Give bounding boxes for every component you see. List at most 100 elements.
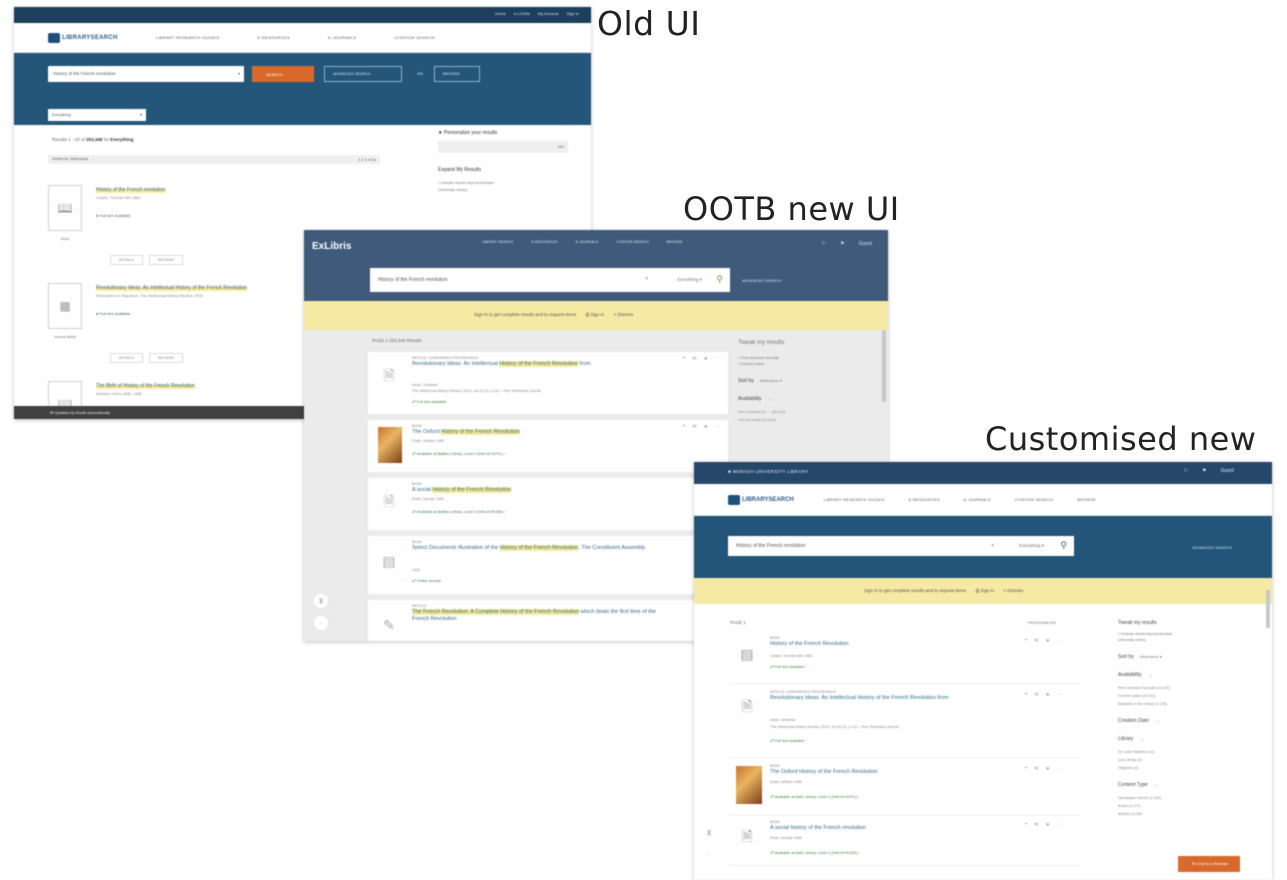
custom-facet-option[interactable]: Peer reviewed Journals (12,191) bbox=[1118, 686, 1258, 690]
custom-facet-option[interactable]: Sir Louis Matheson (1) bbox=[1118, 750, 1258, 754]
ootb-result-card[interactable]: ✎ ARTICLE The French Revolution: A Compl… bbox=[368, 600, 728, 641]
pin-icon[interactable]: ⚑ bbox=[840, 241, 844, 247]
custom-facet-option[interactable]: Hargrave (1) bbox=[1118, 766, 1258, 770]
ootb-nav-citation-search[interactable]: CITATION SEARCH bbox=[616, 240, 648, 244]
quote-icon[interactable]: ❝ bbox=[1025, 692, 1028, 698]
more-icon[interactable]: ⋯ bbox=[1057, 766, 1062, 772]
ootb-result-title[interactable]: Select Documents Illustrative of the His… bbox=[412, 545, 662, 552]
ootb-nav-e-resources[interactable]: E-RESOURCES bbox=[531, 240, 557, 244]
custom-scrollbar[interactable] bbox=[1266, 590, 1270, 628]
pin-icon[interactable]: ★ bbox=[1046, 692, 1050, 698]
email-icon[interactable]: ✉ bbox=[692, 424, 696, 430]
ootb-sort-select[interactable]: Sort by Relevance ▾ bbox=[738, 378, 878, 384]
old-pagination[interactable]: 1 2 3 4 5 ▸ bbox=[358, 157, 376, 162]
ootb-result-availability[interactable]: ☍ Full text available bbox=[412, 399, 446, 404]
old-result-title[interactable]: The Birth of History of the French Revol… bbox=[96, 383, 195, 389]
ootb-search-input[interactable]: History of the French revolution × Every… bbox=[370, 268, 730, 292]
custom-library-facet[interactable]: Library ⌄ bbox=[1118, 736, 1258, 742]
ootb-facet-checkbox[interactable]: □ Peer-reviewed Journals bbox=[738, 356, 878, 360]
pin-icon[interactable]: ★ bbox=[1046, 638, 1050, 644]
email-icon[interactable]: ✉ bbox=[1034, 638, 1038, 644]
old-result-title[interactable]: Revolutionary Ideas: An Intellectual His… bbox=[96, 285, 247, 291]
old-logo[interactable]: LIBRARYSEARCH bbox=[48, 32, 118, 43]
custom-facet-option[interactable]: Books (1,477) bbox=[1118, 804, 1258, 808]
custom-result-card[interactable]: 🗎 BOOK A social history of the French re… bbox=[730, 818, 1080, 866]
pin-icon[interactable]: ★ bbox=[704, 424, 708, 430]
custom-facet-option[interactable]: Available in the Library (1,125) bbox=[1118, 702, 1258, 706]
quote-icon[interactable]: ❝ bbox=[1025, 822, 1028, 828]
custom-university-name[interactable]: ■ MONASH UNIVERSITY LIBRARY bbox=[728, 469, 808, 474]
custom-facet-option[interactable]: Articles (1,034) bbox=[1118, 812, 1258, 816]
custom-content-type-facet[interactable]: Content Type ⌄ bbox=[1118, 782, 1258, 788]
old-search-input[interactable]: History of the French revolution ▾ bbox=[48, 66, 244, 82]
filter-icon[interactable]: ⊻ bbox=[314, 594, 328, 608]
quote-icon[interactable]: ❝ bbox=[683, 424, 686, 430]
quote-icon[interactable]: ❝ bbox=[683, 356, 686, 362]
pin-icon[interactable]: ⚑ bbox=[1202, 468, 1206, 474]
ootb-brand-logo[interactable]: ExLibris bbox=[312, 241, 351, 252]
flag-icon[interactable]: ⚐ bbox=[1184, 468, 1188, 474]
pin-icon[interactable]: ★ bbox=[1046, 766, 1050, 772]
old-top-link-home[interactable]: Home bbox=[495, 11, 506, 23]
old-nav-e-journals[interactable]: E-JOURNALS bbox=[328, 35, 356, 40]
custom-chat-button[interactable]: ✉ Chat to a librarian bbox=[1178, 856, 1240, 872]
old-details-button[interactable]: DETAILS bbox=[110, 255, 143, 265]
old-refine-go-button[interactable]: GO bbox=[438, 141, 568, 153]
custom-facet-option[interactable]: Law Library (1) bbox=[1118, 758, 1258, 762]
custom-result-availability[interactable]: ☍ Available at Main Library, Level 4 (94… bbox=[770, 850, 860, 855]
custom-sort-select[interactable]: Sort by Relevance ▾ bbox=[1118, 654, 1258, 660]
ootb-availability-facet[interactable]: Availability ⌄ bbox=[738, 396, 878, 402]
more-icon[interactable]: ⋯ bbox=[1057, 638, 1062, 644]
quote-icon[interactable]: ❝ bbox=[1025, 638, 1028, 644]
more-icon[interactable]: ⋯ bbox=[715, 424, 720, 430]
ootb-scope-select[interactable]: Everything ▾ bbox=[677, 277, 702, 283]
ootb-advanced-search-link[interactable]: ADVANCED SEARCH bbox=[742, 278, 782, 283]
old-sort-bar[interactable]: Sorted by: Relevance 1 2 3 4 5 ▸ bbox=[48, 155, 380, 164]
old-result-availability[interactable]: ● Full text available bbox=[96, 311, 130, 316]
custom-result-title[interactable]: The Oxford History of the French Revolut… bbox=[770, 769, 1000, 776]
ootb-scrollbar[interactable] bbox=[882, 330, 886, 402]
more-icon[interactable]: ⋯ bbox=[715, 356, 720, 362]
custom-personalise-link[interactable]: PERSONALISE bbox=[1028, 620, 1056, 625]
filter-icon[interactable]: ⊻ bbox=[702, 826, 716, 840]
custom-nav-e-resources[interactable]: E-RESOURCES bbox=[909, 498, 940, 502]
pin-icon[interactable]: ★ bbox=[704, 356, 708, 362]
dot-icon[interactable]: · bbox=[314, 616, 328, 630]
custom-facet-option[interactable]: Newspaper articles (2,310) bbox=[1118, 796, 1258, 800]
old-advanced-search-button[interactable]: ADVANCED SEARCH bbox=[324, 66, 402, 82]
quote-icon[interactable]: ❝ bbox=[1025, 766, 1028, 772]
old-browse-button[interactable]: BROWSE bbox=[434, 66, 480, 82]
old-details-button[interactable]: DETAILS bbox=[110, 353, 143, 363]
ootb-result-availability[interactable]: ☍ Available at Baillieu Library, Level 4… bbox=[412, 509, 506, 514]
email-icon[interactable]: ✉ bbox=[1034, 766, 1038, 772]
search-icon[interactable]: ⚲ bbox=[716, 274, 723, 285]
dot-icon[interactable]: · bbox=[702, 848, 716, 862]
custom-advanced-search-link[interactable]: ADVANCED SEARCH bbox=[1192, 545, 1232, 550]
custom-facet-option[interactable]: Full text online (22,412) bbox=[1118, 694, 1258, 698]
ootb-result-title[interactable]: The French Revolution: A Complete Histor… bbox=[412, 609, 662, 623]
ootb-nav-e-journals[interactable]: E-JOURNALS bbox=[576, 240, 599, 244]
clear-icon[interactable]: × bbox=[991, 543, 994, 549]
ootb-result-availability[interactable]: ☍ Online access bbox=[412, 578, 441, 583]
ootb-result-title[interactable]: A social History of the French Revolutio… bbox=[412, 487, 662, 494]
custom-facet-checkbox[interactable]: □ Exclude results beyond Monash bbox=[1118, 632, 1258, 636]
custom-result-title[interactable]: History of the French Revolution bbox=[770, 641, 1000, 648]
ootb-signin-link[interactable]: ⎙ Sign in bbox=[586, 312, 605, 317]
email-icon[interactable]: ✉ bbox=[1034, 692, 1038, 698]
custom-nav-research-guides[interactable]: LIBRARY RESEARCH GUIDES bbox=[824, 498, 885, 502]
old-top-link-elogin[interactable]: e-LOGIN bbox=[514, 11, 530, 23]
custom-creation-date-facet[interactable]: Creation Date ⌄ bbox=[1118, 718, 1258, 724]
ootb-result-card[interactable]: 🗎 ARTICLE, CONFERENCE PROCEEDINGS Revolu… bbox=[368, 352, 728, 414]
ootb-result-availability[interactable]: ☍ Available at Baillieu Library, Level 4… bbox=[412, 451, 505, 456]
custom-result-availability[interactable]: ☍ Full text available › bbox=[770, 738, 807, 743]
ootb-result-card[interactable]: BOOK The Oxford History of the French Re… bbox=[368, 420, 728, 472]
old-result-title[interactable]: History of the French revolution bbox=[96, 187, 166, 193]
custom-signin-link[interactable]: ⎙ Sign in bbox=[976, 588, 995, 593]
custom-result-card[interactable]: 🗎 ARTICLE, CONFERENCE PROCEEDINGS Revolu… bbox=[730, 688, 1080, 758]
old-nav-research-guides[interactable]: LIBRARY RESEARCH GUIDES bbox=[156, 35, 220, 40]
old-scope-select[interactable]: Everything ▾ bbox=[48, 109, 146, 121]
custom-result-availability[interactable]: ☍ Full text available › bbox=[770, 664, 807, 669]
ootb-facet-option[interactable]: Peer reviewed (1) … (24,123) bbox=[738, 410, 878, 414]
old-expand-option[interactable]: □ Include results beyond Monash bbox=[438, 181, 568, 185]
custom-dismiss-link[interactable]: × Dismiss bbox=[1003, 588, 1023, 593]
